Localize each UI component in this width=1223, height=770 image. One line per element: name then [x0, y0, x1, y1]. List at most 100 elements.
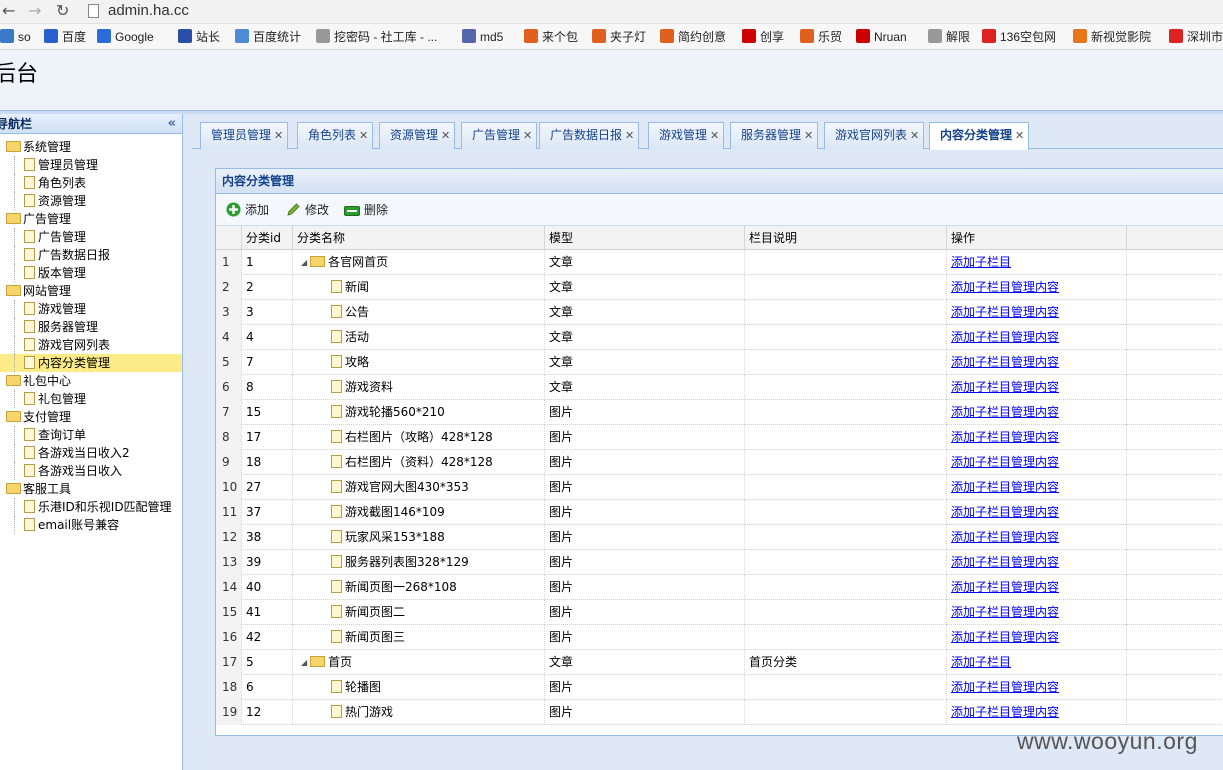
table-row[interactable]: 5 7 攻略 文章 添加子栏目管理内容: [216, 350, 1223, 375]
add-child-link[interactable]: 添加子栏目: [951, 655, 1011, 669]
forward-icon[interactable]: →: [28, 2, 41, 20]
close-icon[interactable]: ✕: [910, 129, 919, 142]
add-button[interactable]: 添加: [226, 202, 269, 221]
bookmark-item[interactable]: Nruan: [856, 29, 907, 45]
table-row[interactable]: 18 6 轮播图 图片 添加子栏目管理内容: [216, 675, 1223, 700]
close-icon[interactable]: ✕: [359, 129, 368, 142]
nav-item[interactable]: 广告数据日报: [0, 246, 182, 264]
manage-content-link[interactable]: 管理内容: [1011, 405, 1059, 419]
nav-item[interactable]: 各游戏当日收入2: [0, 444, 182, 462]
nav-group[interactable]: 广告管理: [0, 210, 182, 228]
manage-content-link[interactable]: 管理内容: [1011, 580, 1059, 594]
manage-content-link[interactable]: 管理内容: [1011, 305, 1059, 319]
nav-item[interactable]: 游戏管理: [0, 300, 182, 318]
manage-content-link[interactable]: 管理内容: [1011, 555, 1059, 569]
tab[interactable]: 服务器管理 ✕: [730, 122, 819, 149]
nav-item[interactable]: 版本管理: [0, 264, 182, 282]
add-child-link[interactable]: 添加子栏目: [951, 255, 1011, 269]
table-row[interactable]: 8 17 右栏图片（攻略）428*128 图片 添加子栏目管理内容: [216, 425, 1223, 450]
manage-content-link[interactable]: 管理内容: [1011, 705, 1059, 719]
manage-content-link[interactable]: 管理内容: [1011, 680, 1059, 694]
nav-item[interactable]: 角色列表: [0, 174, 182, 192]
bookmark-item[interactable]: 乐贸: [800, 29, 842, 45]
reload-icon[interactable]: ↻: [56, 2, 69, 20]
table-row[interactable]: 17 5 ◢ 首页 文章 首页分类 添加子栏目: [216, 650, 1223, 675]
close-icon[interactable]: ✕: [523, 129, 532, 142]
add-child-link[interactable]: 添加子栏目: [951, 555, 1011, 569]
table-row[interactable]: 13 39 服务器列表图328*129 图片 添加子栏目管理内容: [216, 550, 1223, 575]
add-child-link[interactable]: 添加子栏目: [951, 430, 1011, 444]
bookmark-item[interactable]: 新视觉影院: [1073, 29, 1151, 45]
add-child-link[interactable]: 添加子栏目: [951, 505, 1011, 519]
nav-item[interactable]: 内容分类管理: [0, 354, 182, 372]
bookmark-item[interactable]: so: [0, 29, 31, 45]
manage-content-link[interactable]: 管理内容: [1011, 380, 1059, 394]
col-header-model[interactable]: 模型: [545, 226, 745, 250]
tab[interactable]: 游戏管理 ✕: [648, 122, 725, 149]
nav-group[interactable]: 系统管理: [0, 138, 182, 156]
nav-item[interactable]: 各游戏当日收入: [0, 462, 182, 480]
nav-group[interactable]: 礼包中心: [0, 372, 182, 390]
bookmark-item[interactable]: 解限: [928, 29, 970, 45]
tab[interactable]: 内容分类管理 ✕: [929, 122, 1030, 150]
nav-item[interactable]: 服务器管理: [0, 318, 182, 336]
manage-content-link[interactable]: 管理内容: [1011, 355, 1059, 369]
bookmark-item[interactable]: 创享: [742, 29, 784, 45]
col-header-id[interactable]: 分类id: [242, 226, 293, 250]
add-child-link[interactable]: 添加子栏目: [951, 280, 1011, 294]
add-child-link[interactable]: 添加子栏目: [951, 455, 1011, 469]
edit-button[interactable]: 修改: [286, 202, 329, 221]
close-icon[interactable]: ✕: [710, 129, 719, 142]
bookmark-item[interactable]: 136空包网: [982, 29, 1056, 45]
nav-item[interactable]: 管理员管理: [0, 156, 182, 174]
bookmark-item[interactable]: 百度: [44, 29, 86, 45]
nav-item[interactable]: 乐港ID和乐视ID匹配管理: [0, 498, 182, 516]
add-child-link[interactable]: 添加子栏目: [951, 580, 1011, 594]
tab[interactable]: 管理员管理 ✕: [200, 122, 289, 149]
tab[interactable]: 资源管理 ✕: [379, 122, 456, 149]
bookmark-item[interactable]: 简约创意: [660, 29, 726, 45]
address-bar[interactable]: admin.ha.cc: [108, 2, 189, 19]
back-icon[interactable]: ←: [2, 2, 15, 20]
nav-item[interactable]: email账号兼容: [0, 516, 182, 534]
bookmark-item[interactable]: 深圳市: [1169, 29, 1223, 45]
add-child-link[interactable]: 添加子栏目: [951, 530, 1011, 544]
table-row[interactable]: 2 2 新闻 文章 添加子栏目管理内容: [216, 275, 1223, 300]
bookmark-item[interactable]: Google: [97, 29, 154, 45]
bookmark-item[interactable]: 百度统计: [235, 29, 301, 45]
table-row[interactable]: 12 38 玩家风采153*188 图片 添加子栏目管理内容: [216, 525, 1223, 550]
table-row[interactable]: 10 27 游戏官网大图430*353 图片 添加子栏目管理内容: [216, 475, 1223, 500]
manage-content-link[interactable]: 管理内容: [1011, 630, 1059, 644]
close-icon[interactable]: ✕: [1015, 129, 1024, 142]
manage-content-link[interactable]: 管理内容: [1011, 280, 1059, 294]
expand-icon[interactable]: ◢: [301, 651, 307, 675]
bookmark-item[interactable]: 站长: [178, 29, 220, 45]
col-header-desc[interactable]: 栏目说明: [745, 226, 947, 250]
manage-content-link[interactable]: 管理内容: [1011, 430, 1059, 444]
delete-button[interactable]: 删除: [344, 202, 388, 221]
add-child-link[interactable]: 添加子栏目: [951, 480, 1011, 494]
nav-item[interactable]: 查询订单: [0, 426, 182, 444]
nav-item[interactable]: 礼包管理: [0, 390, 182, 408]
add-child-link[interactable]: 添加子栏目: [951, 405, 1011, 419]
nav-group[interactable]: 网站管理: [0, 282, 182, 300]
close-icon[interactable]: ✕: [441, 129, 450, 142]
add-child-link[interactable]: 添加子栏目: [951, 630, 1011, 644]
manage-content-link[interactable]: 管理内容: [1011, 605, 1059, 619]
table-row[interactable]: 14 40 新闻页图一268*108 图片 添加子栏目管理内容: [216, 575, 1223, 600]
table-row[interactable]: 6 8 游戏资料 文章 添加子栏目管理内容: [216, 375, 1223, 400]
add-child-link[interactable]: 添加子栏目: [951, 605, 1011, 619]
add-child-link[interactable]: 添加子栏目: [951, 705, 1011, 719]
tab[interactable]: 角色列表 ✕: [297, 122, 374, 149]
table-row[interactable]: 9 18 右栏图片（资料）428*128 图片 添加子栏目管理内容: [216, 450, 1223, 475]
nav-item[interactable]: 资源管理: [0, 192, 182, 210]
table-row[interactable]: 4 4 活动 文章 添加子栏目管理内容: [216, 325, 1223, 350]
splitter[interactable]: [183, 114, 192, 770]
bookmark-item[interactable]: 挖密码 - 社工库 - ...: [316, 29, 437, 45]
table-row[interactable]: 11 37 游戏截图146*109 图片 添加子栏目管理内容: [216, 500, 1223, 525]
nav-item[interactable]: 广告管理: [0, 228, 182, 246]
bookmark-item[interactable]: md5: [462, 29, 503, 45]
table-row[interactable]: 1 1 ◢ 各官网首页 文章 添加子栏目: [216, 250, 1223, 275]
add-child-link[interactable]: 添加子栏目: [951, 355, 1011, 369]
table-row[interactable]: 15 41 新闻页图二 图片 添加子栏目管理内容: [216, 600, 1223, 625]
